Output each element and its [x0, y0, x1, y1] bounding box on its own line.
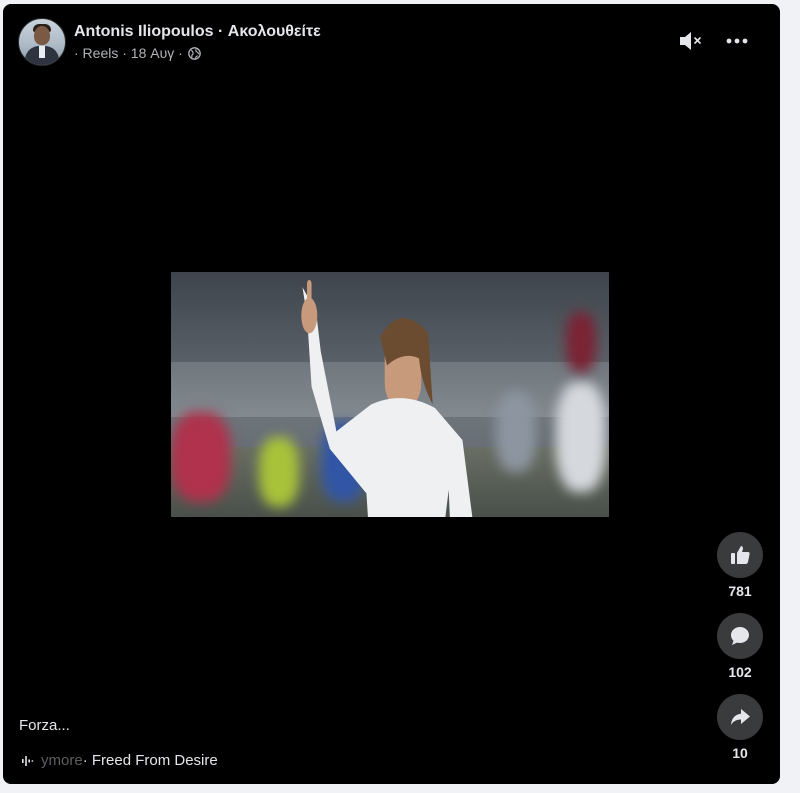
share-count[interactable]: 10: [715, 745, 765, 761]
reel-video[interactable]: [171, 272, 609, 517]
globe-icon: [187, 46, 201, 60]
author-line: Antonis Iliopoulos · Ακολουθείτε: [74, 23, 321, 41]
action-rail: 781 102 10: [715, 532, 765, 775]
audio-title: · Freed From Desire: [82, 752, 218, 769]
avatar[interactable]: [18, 18, 66, 66]
more-horizontal-icon: [726, 38, 748, 44]
coach-figure: [301, 280, 473, 517]
post-header: Antonis Iliopoulos · Ακολουθείτε · Reels…: [18, 18, 765, 68]
comment-count[interactable]: 102: [715, 664, 765, 680]
audio-artist: ymore: [41, 752, 83, 769]
volume-muted-icon: [680, 32, 701, 50]
reel-card: Antonis Iliopoulos · Ακολουθείτε · Reels…: [3, 4, 780, 784]
post-meta-text[interactable]: · Reels · 18 Αυγ ·: [74, 45, 183, 61]
share-icon: [731, 709, 750, 725]
audio-attribution[interactable]: ymore · Freed From Desire: [21, 752, 218, 769]
post-caption[interactable]: Forza...: [19, 717, 70, 734]
author-name[interactable]: Antonis Iliopoulos: [74, 23, 214, 40]
more-options-button[interactable]: [723, 28, 751, 54]
comment-button[interactable]: [717, 613, 763, 659]
comment-icon: [731, 627, 749, 645]
like-count[interactable]: 781: [715, 583, 765, 599]
mute-button[interactable]: [677, 28, 705, 54]
follow-button[interactable]: Ακολουθείτε: [228, 23, 321, 40]
like-button[interactable]: [717, 532, 763, 578]
share-button[interactable]: [717, 694, 763, 740]
thumbs-up-icon: [731, 546, 750, 564]
post-meta: · Reels · 18 Αυγ ·: [74, 45, 201, 61]
audio-wave-icon: [22, 755, 34, 766]
author-separator: ·: [213, 23, 228, 40]
